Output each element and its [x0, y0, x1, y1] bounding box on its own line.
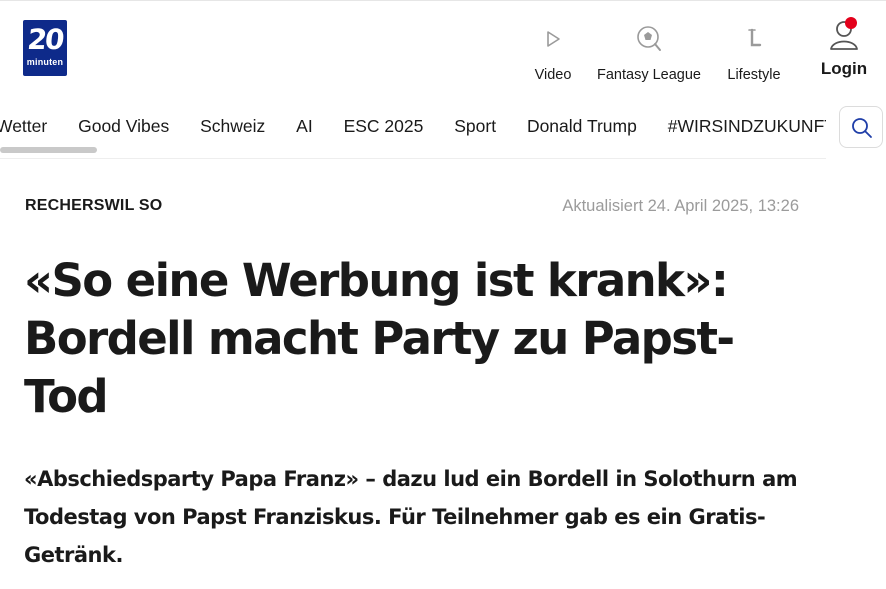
topic-item-ai[interactable]: AI — [296, 116, 313, 137]
search-button[interactable] — [839, 106, 883, 148]
logo-number: 20 — [25, 23, 65, 56]
topic-item-good-vibes[interactable]: Good Vibes — [78, 116, 169, 137]
topic-item-esc-2025[interactable]: ESC 2025 — [344, 116, 424, 137]
user-icon — [812, 15, 876, 55]
nav-fantasy-league[interactable]: Fantasy League — [590, 21, 708, 91]
page: 20 minuten Video Fantasy League Lifestyl… — [0, 0, 886, 589]
article-lead: «Abschiedsparty Papa Franz» – dazu lud e… — [24, 467, 798, 567]
topic-scrollbar[interactable] — [0, 147, 826, 153]
site-header: 20 minuten Video Fantasy League Lifestyl… — [0, 0, 886, 97]
lifestyle-icon — [718, 21, 790, 61]
play-icon — [526, 21, 580, 61]
logo-word: minuten — [26, 57, 64, 67]
notification-dot — [845, 17, 857, 29]
topic-item-donald-trump[interactable]: Donald Trump — [527, 116, 637, 137]
search-icon — [852, 118, 872, 138]
topic-scrollbar-thumb[interactable] — [0, 147, 97, 153]
site-logo[interactable]: 20 minuten — [23, 20, 67, 76]
topic-item-wirsindzukunft[interactable]: #WIRSINDZUKUNFT — [668, 116, 826, 137]
login-label: Login — [820, 59, 868, 78]
article-headline: «So eine Werbung ist krank»: Bordell mac… — [24, 254, 735, 423]
topic-list: Wetter Good Vibes Schweiz AI ESC 2025 Sp… — [0, 116, 826, 137]
topic-item-sport[interactable]: Sport — [454, 116, 496, 137]
article-location: RECHERSWIL SO — [25, 197, 163, 214]
nav-lifestyle-label: Lifestyle — [727, 67, 781, 83]
topic-item-schweiz[interactable]: Schweiz — [200, 116, 265, 137]
article-updated: Aktualisiert 24. April 2025, 13:26 — [562, 197, 799, 215]
nav-lifestyle[interactable]: Lifestyle — [718, 21, 790, 91]
nav-video-label: Video — [534, 67, 572, 83]
topic-item-wetter[interactable]: Wetter — [0, 116, 47, 137]
soccer-ball-icon — [590, 21, 708, 61]
nav-fantasy-label: Fantasy League — [597, 67, 701, 83]
login-button[interactable]: Login — [812, 15, 876, 85]
nav-video[interactable]: Video — [526, 21, 580, 91]
